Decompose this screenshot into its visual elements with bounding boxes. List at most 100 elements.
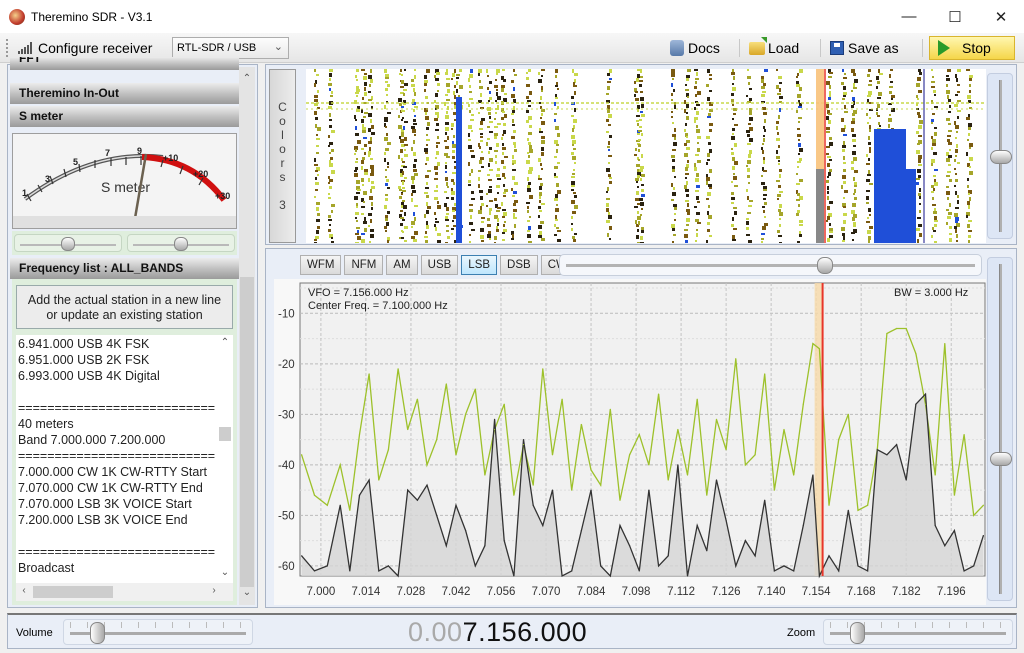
waterfall-pixel xyxy=(355,161,358,163)
section-fft[interactable]: FFT xyxy=(10,57,239,70)
waterfall-pixel xyxy=(763,198,766,200)
stop-button[interactable]: Stop xyxy=(929,36,1015,60)
waterfall-pixel xyxy=(746,95,748,97)
docs-button[interactable]: Docs xyxy=(666,36,724,60)
data-point xyxy=(474,388,476,390)
frequency-list-line[interactable]: 6.993.000 USB 4K Digital xyxy=(16,368,233,384)
waterfall-pixel xyxy=(514,145,516,148)
data-point xyxy=(522,444,525,446)
frequency-list-line[interactable]: 6.941.000 USB 4K FSK xyxy=(16,336,233,352)
receiver-select[interactable]: RTL-SDR / USB ⌄ xyxy=(172,37,289,59)
x-tick-label: 7.000 xyxy=(307,586,336,598)
waterfall-pixel xyxy=(732,87,736,91)
slider-thumb[interactable] xyxy=(89,622,105,644)
data-point xyxy=(847,413,849,415)
waterfall-pixel xyxy=(966,215,968,218)
waterfall-pixel xyxy=(954,104,958,107)
section-s-meter[interactable]: S meter xyxy=(10,106,239,127)
waterfall-pixel xyxy=(969,157,973,161)
add-station-button[interactable]: Add the actual station in a new line or … xyxy=(16,285,233,329)
frequency-list-header[interactable]: Frequency list : ALL_BANDS xyxy=(10,258,239,279)
close-button[interactable]: ✕ xyxy=(978,0,1024,33)
s-meter-scale-plus20: +20 xyxy=(193,169,208,179)
slider-thumb[interactable] xyxy=(61,237,75,251)
data-point xyxy=(838,570,840,572)
waterfall-pixel xyxy=(608,212,610,215)
zoom-slider[interactable] xyxy=(823,619,1013,645)
waterfall-pixel xyxy=(778,115,780,119)
data-point xyxy=(465,529,467,532)
slider-thumb[interactable] xyxy=(990,150,1012,164)
frequency-listbox[interactable]: 6.941.000 USB 4K FSK 6.951.000 USB 2K FSK… xyxy=(16,335,233,601)
minimize-button[interactable]: — xyxy=(886,0,932,33)
waterfall-pixel xyxy=(427,206,431,209)
waterfall-pixel xyxy=(370,229,374,232)
colors-char: r xyxy=(280,156,285,170)
colors-button[interactable]: C o l o r s 3 xyxy=(269,69,296,243)
waterfall-pixel xyxy=(328,219,332,221)
waterfall-pixel xyxy=(609,69,612,73)
waterfall-pixel xyxy=(571,176,575,178)
frequency-list-line[interactable]: 6.951.000 USB 2K FSK xyxy=(16,352,233,368)
slider-thumb[interactable] xyxy=(174,237,188,251)
load-button[interactable]: Load xyxy=(745,36,803,60)
waterfall-pixel xyxy=(494,126,498,128)
scroll-up-icon[interactable]: ⌃ xyxy=(217,337,233,348)
waterfall-pixel xyxy=(470,215,472,219)
frequency-list-line[interactable] xyxy=(16,384,233,400)
frequency-list-line[interactable]: Broadcast xyxy=(16,560,233,576)
waterfall-pixel xyxy=(314,242,317,243)
waterfall-pixel xyxy=(414,205,418,207)
s-meter-scale-9: 9 xyxy=(137,146,142,156)
frequency-list-line[interactable]: 7.200.000 LSB 3K VOICE End xyxy=(16,512,233,528)
scroll-right-icon[interactable]: › xyxy=(206,585,222,596)
scroll-down-icon[interactable]: ⌄ xyxy=(217,567,233,578)
section-theremino-in-out[interactable]: Theremino In-Out xyxy=(10,83,239,104)
toolbar-grip[interactable] xyxy=(6,39,8,57)
s-meter-slider-2[interactable] xyxy=(127,234,235,252)
scrollbar-thumb[interactable] xyxy=(33,586,113,598)
waterfall-pixel xyxy=(708,184,712,187)
waterfall-pixel xyxy=(828,120,831,124)
slider-thumb[interactable] xyxy=(990,452,1012,466)
scroll-down-icon[interactable]: ⌄ xyxy=(239,587,255,598)
waterfall-display[interactable] xyxy=(306,69,986,243)
scroll-left-icon[interactable]: ‹ xyxy=(16,585,32,596)
frequency-list-line[interactable]: 7.070.000 CW 1K CW-RTTY End xyxy=(16,480,233,496)
waterfall-pixel xyxy=(798,139,800,141)
vfo-readout: VFO = 7.156.000 Hz xyxy=(308,287,409,299)
left-panel-scrollbar[interactable]: ⌃ ⌄ xyxy=(239,67,255,605)
maximize-button[interactable]: ☐ xyxy=(932,0,978,33)
slider-thumb[interactable] xyxy=(849,622,865,644)
list-vertical-scrollbar[interactable]: ⌃ ⌄ xyxy=(217,335,233,583)
frequency-list-line[interactable]: 40 meters xyxy=(16,416,233,432)
waterfall-pixel xyxy=(637,186,639,188)
scroll-up-icon[interactable]: ⌃ xyxy=(239,73,255,84)
frequency-list-line[interactable]: 7.000.000 CW 1K CW-RTTY Start xyxy=(16,464,233,480)
configure-receiver-button[interactable]: Configure receiver xyxy=(38,40,152,56)
scrollbar-thumb[interactable] xyxy=(219,427,231,441)
data-point xyxy=(416,398,418,400)
frequency-list-line[interactable]: Band 7.000.000 7.200.000 xyxy=(16,432,233,448)
waterfall-pixel xyxy=(946,186,949,188)
waterfall-pixel xyxy=(708,205,710,208)
waterfall-pixel xyxy=(917,239,919,243)
frequency-list-line[interactable]: =========================== xyxy=(16,400,233,416)
save-as-button[interactable]: Save as xyxy=(826,36,903,60)
waterfall-pixel xyxy=(480,93,482,97)
s-meter-slider-1[interactable] xyxy=(14,234,122,252)
list-horizontal-scrollbar[interactable]: ‹ › xyxy=(16,583,233,601)
volume-slider[interactable] xyxy=(63,619,253,645)
waterfall-gain-slider[interactable] xyxy=(987,73,1013,239)
frequency-list-line[interactable]: 7.070.000 LSB 3K VOICE Start xyxy=(16,496,233,512)
waterfall-pixel xyxy=(747,69,749,71)
scrollbar-thumb[interactable] xyxy=(240,277,254,587)
frequency-display[interactable]: 0.007.156.000 xyxy=(408,617,587,648)
waterfall-pixel xyxy=(511,188,513,191)
frequency-list-line[interactable]: =========================== xyxy=(16,544,233,560)
waterfall-pixel xyxy=(637,229,639,232)
waterfall-pixel xyxy=(672,78,674,80)
frequency-list-line[interactable] xyxy=(16,528,233,544)
frequency-list-line[interactable]: =========================== xyxy=(16,448,233,464)
spectrum-level-slider[interactable] xyxy=(987,257,1013,601)
